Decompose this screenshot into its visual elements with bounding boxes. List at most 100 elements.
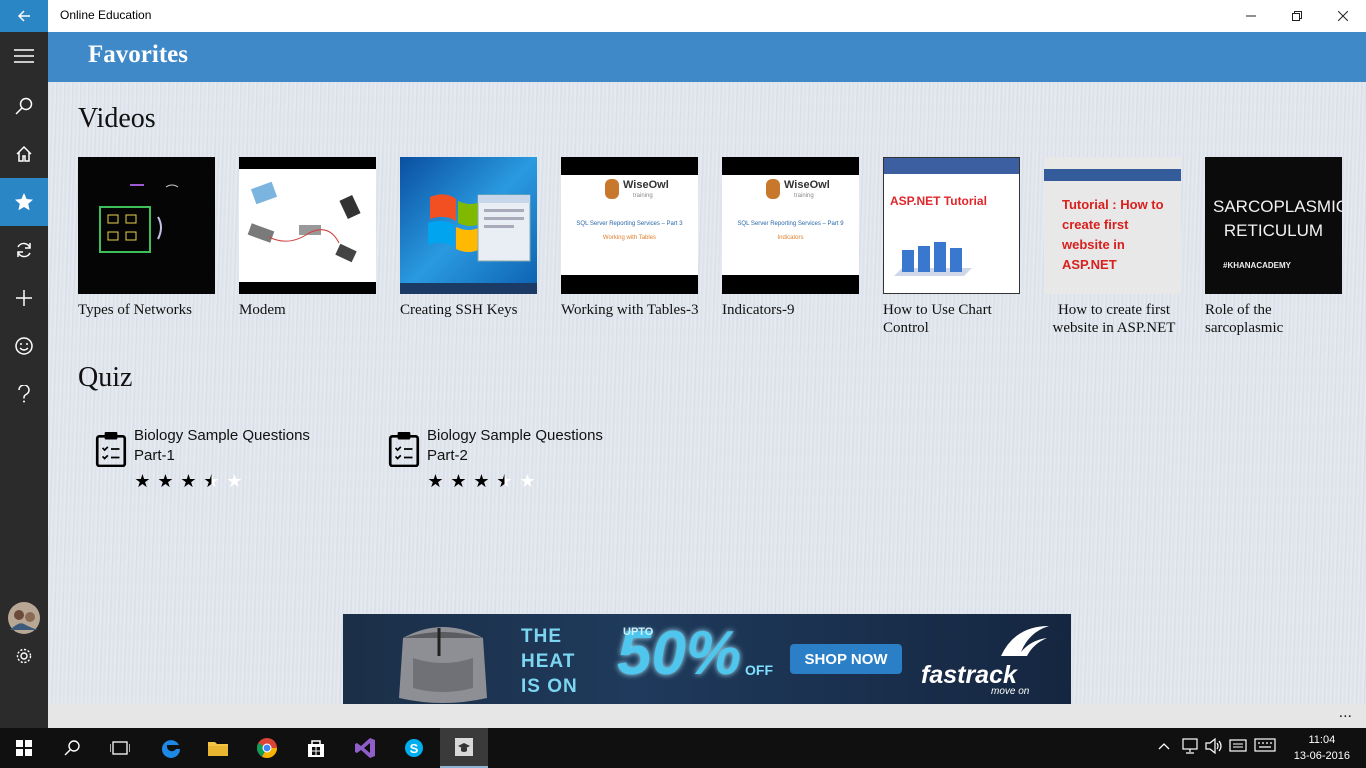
video-thumbnail: WiseOwl training SQL Server Reporting Se… [722,157,859,294]
svg-text:S: S [410,741,419,756]
refresh-icon [17,242,31,258]
settings-button[interactable] [0,632,48,680]
star-rating: ★ ★ ★ ★ ★ [427,472,536,490]
nav-help[interactable] [0,370,48,418]
star-icon: ★ [134,471,151,491]
half-star-icon: ★ [496,471,513,491]
folder-icon [208,742,228,756]
app-title: Online Education [60,8,152,22]
thumb-caption: SARCOPLASMIC RETICULUM [1213,197,1342,240]
volume-button[interactable] [1205,737,1223,757]
minimize-button[interactable] [1228,0,1274,32]
video-title: How to Use Chart Control [883,302,992,336]
video-card[interactable]: Modem [239,157,379,319]
bottom-app-bar: ... [48,704,1366,728]
ad-off: OFF [745,662,773,678]
video-thumbnail: ASP.NET Tutorial [883,157,1020,294]
video-card[interactable]: Creating SSH Keys [400,157,540,319]
nav-home[interactable] [0,130,48,178]
video-card[interactable]: Types of Networks [78,157,218,319]
thumb-caption-sub: #KHANACADEMY [1223,261,1292,270]
videos-section-title: Videos [78,103,156,134]
keyboard-button[interactable] [1254,738,1276,755]
video-card[interactable]: WiseOwl training SQL Server Reporting Se… [561,157,701,319]
thumb-brand-sub: training [794,193,814,199]
file-explorer-button[interactable] [194,728,242,768]
video-title: Types of Networks [78,302,192,318]
task-view-button[interactable] [96,728,144,768]
nav-feedback[interactable] [0,322,48,370]
skype-button[interactable]: S [390,728,438,768]
hamburger-menu-button[interactable] [0,32,48,80]
video-thumbnail: SARCOPLASMIC RETICULUM #KHANACADEMY [1205,157,1342,294]
video-thumbnail [239,157,376,294]
restore-icon [1292,11,1302,21]
taskbar: S 11:04 13-06-2016 [0,728,1366,768]
ad-headline-line: THE [521,626,562,647]
video-card[interactable]: ASP.NET Tutorial How to Use Chart Contro… [883,157,1023,337]
video-title: How to create first website in ASP.NET [1052,302,1176,336]
windows-logo-icon [16,740,32,756]
star-icon: ★ [427,471,444,491]
gear-icon [16,648,32,664]
visual-studio-button[interactable] [341,728,389,768]
taskbar-search-button[interactable] [48,728,96,768]
thumb-caption: ASP.NET Tutorial [890,194,987,208]
video-card[interactable]: Tutorial : How to create first website i… [1044,157,1184,337]
chrome-button[interactable] [243,728,291,768]
quiz-item[interactable]: Biology Sample Questions Part-1 ★ ★ ★ ★ … [94,426,354,496]
empty-star-icon: ★ [226,471,243,491]
close-button[interactable] [1320,0,1366,32]
edge-button[interactable] [146,728,194,768]
graduation-cap-icon [455,738,473,756]
quiz-item[interactable]: Biology Sample Questions Part-2 ★ ★ ★ ★ … [387,426,647,496]
nav-favorites[interactable] [0,178,48,226]
search-icon [64,740,80,756]
clipboard-icon [95,432,127,467]
network-button[interactable] [1181,738,1199,757]
nav-refresh[interactable] [0,226,48,274]
star-icon: ★ [450,471,467,491]
quiz-title: Biology Sample Questions Part-1 [134,427,310,464]
message-icon [1229,739,1247,752]
half-star-icon: ★ [203,471,220,491]
restore-button[interactable] [1274,0,1320,32]
nav-search[interactable] [0,82,48,130]
star-icon: ★ [473,471,490,491]
thumb-caption: SQL Server Reporting Services – Part 9 [737,221,844,227]
add-icon [16,290,32,306]
ad-headline-line: IS ON [521,676,578,697]
system-clock[interactable]: 11:04 13-06-2016 [1294,732,1350,764]
back-arrow-icon [17,10,30,22]
video-card[interactable]: WiseOwl training SQL Server Reporting Se… [722,157,862,319]
search-icon [15,97,33,115]
video-card[interactable]: SARCOPLASMIC RETICULUM #KHANACADEMY Role… [1205,157,1345,337]
show-hidden-icons-button[interactable] [1158,738,1170,753]
clipboard-icon [388,432,420,467]
thumb-brand-sub: training [633,193,653,199]
star-icon: ★ [157,471,174,491]
store-button[interactable] [292,728,340,768]
keyboard-icon [1254,738,1276,752]
notifications-tray-button[interactable] [1229,738,1247,757]
title-bar: Online Education [0,0,1366,32]
thumb-caption-sub: Working with Tables [602,235,657,241]
hamburger-menu-icon [14,49,34,63]
quiz-section-title: Quiz [78,362,133,393]
thumb-brand: WiseOwl [623,179,669,191]
empty-star-icon: ★ [519,471,536,491]
left-navigation [0,32,48,728]
online-education-taskbar-button[interactable] [440,728,488,768]
clock-date: 13-06-2016 [1293,750,1350,762]
thumb-brand: WiseOwl [784,179,830,191]
thumb-caption-sub: Indicators [777,235,804,241]
more-options-button[interactable]: ... [1339,704,1352,722]
star-rating: ★ ★ ★ ★ ★ [134,472,243,490]
back-button[interactable] [0,0,48,32]
ad-banner[interactable]: THE HEAT IS ON 50% UPTO OFF SHOP NOW fas… [343,614,1071,704]
shop-now-button[interactable]: SHOP NOW [790,644,902,674]
nav-add[interactable] [0,274,48,322]
start-button[interactable] [0,728,48,768]
video-title: Creating SSH Keys [400,302,518,318]
visual-studio-icon [355,738,375,758]
